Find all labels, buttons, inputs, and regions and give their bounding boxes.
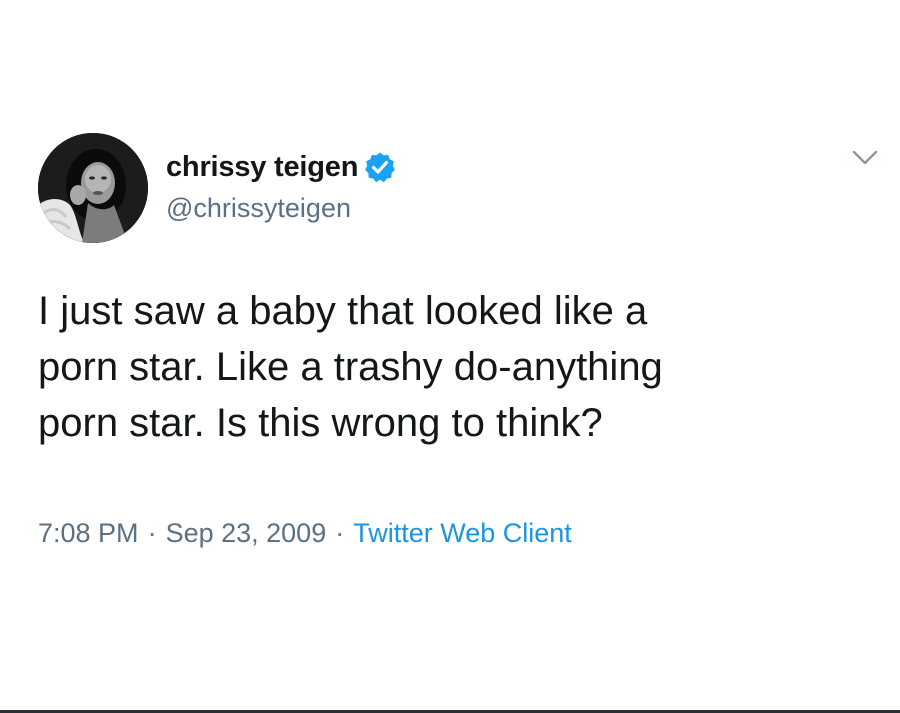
- author-name-row: chrissy teigen: [166, 147, 396, 187]
- author-handle[interactable]: @chrissyteigen: [166, 193, 351, 224]
- tweet-date[interactable]: Sep 23, 2009: [166, 518, 327, 548]
- author-display-name[interactable]: chrissy teigen: [166, 151, 358, 184]
- meta-separator: ·: [147, 518, 157, 548]
- tweet-source-link[interactable]: Twitter Web Client: [353, 518, 572, 548]
- tweet-text: I just saw a baby that looked like a por…: [38, 283, 858, 451]
- tweet-text-line: porn star. Like a trashy do-anything: [38, 345, 663, 389]
- tweet-card: chrissy teigen @chrissyteigen I just saw…: [0, 0, 900, 713]
- verified-badge-icon: [364, 151, 396, 183]
- tweet-text-line: I just saw a baby that looked like a: [38, 289, 648, 333]
- profile-photo-icon: [38, 133, 148, 243]
- meta-separator: ·: [335, 518, 345, 548]
- tweet-time[interactable]: 7:08 PM: [38, 518, 139, 548]
- tweet-meta: 7:08 PM · Sep 23, 2009 · Twitter Web Client: [38, 518, 572, 549]
- tweet-text-line: porn star. Is this wrong to think?: [38, 401, 603, 445]
- avatar[interactable]: [38, 133, 148, 243]
- chevron-down-icon[interactable]: [850, 146, 880, 170]
